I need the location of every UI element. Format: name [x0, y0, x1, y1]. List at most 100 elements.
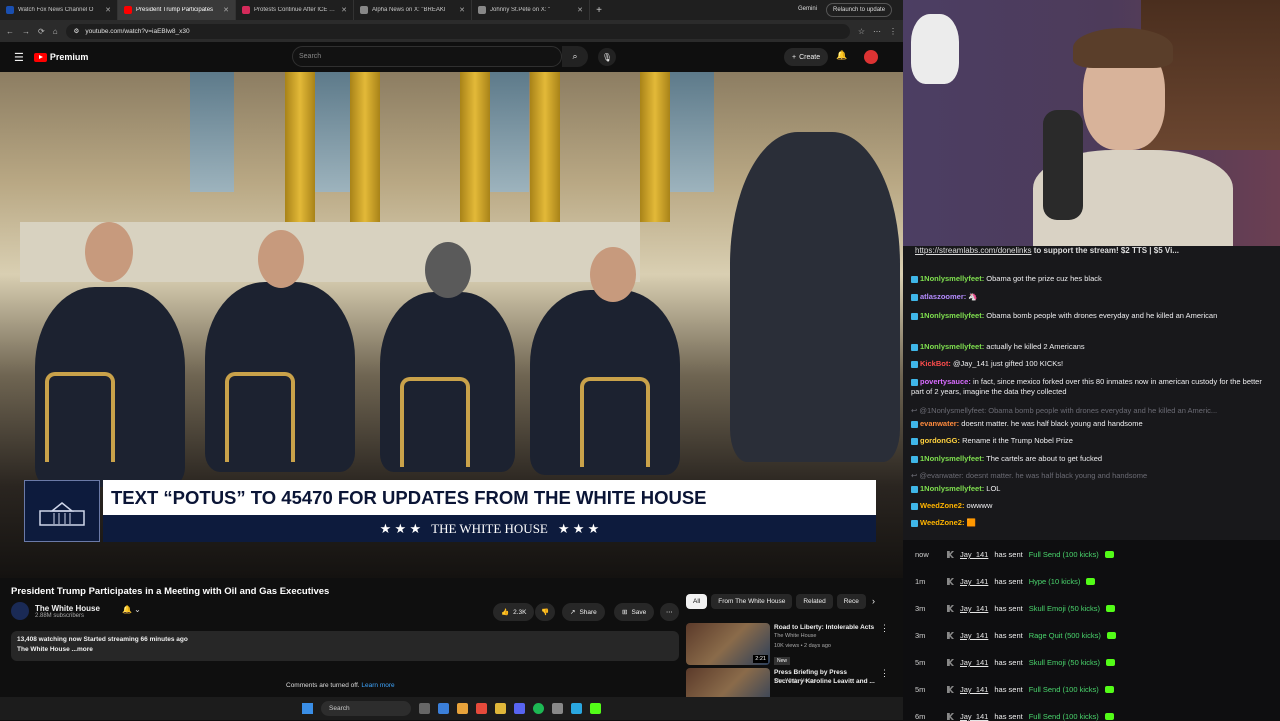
chat-username[interactable]: povertysauce:: [920, 377, 971, 386]
app-icon[interactable]: [552, 703, 563, 714]
tab-close-icon[interactable]: ✕: [459, 6, 465, 14]
discord-icon[interactable]: [514, 703, 525, 714]
channel-name[interactable]: The White House: [35, 604, 100, 613]
related-video-item[interactable]: 2:21 Road to Liberty: Intolerable Acts The…: [686, 623, 896, 667]
person-head-graphic: [425, 242, 471, 298]
search-button[interactable]: ⌕: [562, 46, 588, 67]
alert-username[interactable]: Jay_141: [960, 685, 988, 694]
browser-tab[interactable]: Watch Fox News Channel O ✕: [0, 0, 118, 20]
alert-username[interactable]: Jay_141: [960, 604, 988, 613]
alert-username[interactable]: Jay_141: [960, 577, 988, 586]
save-button[interactable]: ⊞ Save: [614, 603, 655, 621]
file-explorer-icon[interactable]: [495, 703, 506, 714]
chips-next-icon[interactable]: ›: [872, 596, 875, 606]
alert-row: 5m Jay_141 has sent Full Send (100 kicks): [915, 685, 1275, 694]
new-tab-button[interactable]: +: [590, 0, 608, 20]
channel-avatar[interactable]: [11, 602, 29, 620]
app-icon[interactable]: [476, 703, 487, 714]
chat-message: 1Nonlysmellyfeet: actually he killed 2 A…: [911, 342, 1273, 352]
kick-gift-icon: [1086, 578, 1096, 585]
taskbar-search[interactable]: Search: [321, 701, 411, 716]
browser-tab[interactable]: Alpha News on X: "BREAKI ✕: [354, 0, 472, 20]
chat-username[interactable]: WeedZone2:: [920, 518, 964, 527]
relaunch-button[interactable]: Relaunch to update: [826, 3, 893, 17]
task-view-icon[interactable]: [419, 703, 430, 714]
spotify-icon[interactable]: [533, 703, 544, 714]
filter-chip[interactable]: Rece: [836, 594, 866, 609]
bookmark-star-icon[interactable]: ☆: [858, 27, 865, 36]
description-box[interactable]: 13,408 watching now Started streaming 66…: [11, 631, 679, 661]
like-button[interactable]: 👍 2.3K: [493, 603, 535, 621]
home-icon[interactable]: ⌂: [53, 27, 58, 36]
alert-row: 3m Jay_141 has sent Skull Emoji (50 kicks): [915, 604, 1275, 613]
chat-username[interactable]: KickBot:: [920, 359, 951, 368]
browser-tab[interactable]: Protests Continue After ICE Mu ✕: [236, 0, 354, 20]
notifications-bell-icon[interactable]: 🔔: [836, 50, 847, 61]
gemini-tab-label[interactable]: Gemini: [798, 6, 817, 12]
tab-close-icon[interactable]: ✕: [341, 6, 347, 14]
tab-close-icon[interactable]: ✕: [105, 6, 111, 14]
alert-username[interactable]: Jay_141: [960, 658, 988, 667]
tab-close-icon[interactable]: ✕: [223, 6, 229, 14]
chat-message: 1Nonlysmellyfeet: LOL: [911, 484, 1273, 494]
learn-more-link[interactable]: Learn more: [361, 682, 394, 689]
description-stats: 13,408 watching now Started streaming 66…: [17, 636, 188, 643]
app-icon[interactable]: [571, 703, 582, 714]
browser-tab[interactable]: Johnny St.Pete on X: " ✕: [472, 0, 590, 20]
alert-username[interactable]: Jay_141: [960, 631, 988, 640]
filter-chip[interactable]: All: [686, 594, 708, 609]
video-player[interactable]: TEXT “POTUS” TO 45470 FOR UPDATES FROM T…: [0, 72, 903, 578]
kick-icon[interactable]: [590, 703, 601, 714]
related-video-title[interactable]: Road to Liberty: Intolerable Acts: [774, 623, 878, 632]
address-bar: ← → ⟳ ⌂ ⚙ youtube.com/watch?v=iaEBlw8_x3…: [0, 20, 903, 42]
edge-icon[interactable]: [438, 703, 449, 714]
back-icon[interactable]: ←: [6, 27, 14, 36]
thumbs-down-icon: 👎: [541, 609, 550, 616]
chat-username[interactable]: 1Nonlysmellyfeet:: [920, 484, 984, 493]
hamburger-menu-icon[interactable]: ☰: [14, 51, 24, 64]
kick-logo-icon: [947, 605, 954, 612]
alert-username[interactable]: Jay_141: [960, 550, 988, 559]
filter-chip[interactable]: Related: [796, 594, 833, 609]
reload-icon[interactable]: ⟳: [38, 27, 45, 36]
chat-username[interactable]: WeedZone2:: [920, 501, 964, 510]
youtube-logo[interactable]: Premium: [33, 52, 88, 62]
related-channel-name: The White House: [774, 633, 817, 639]
create-button[interactable]: + Create: [784, 48, 829, 66]
kick-logo-icon: [947, 659, 954, 666]
chat-username[interactable]: 1Nonlysmellyfeet:: [920, 274, 984, 283]
person-head-graphic: [590, 247, 636, 302]
new-badge: New: [774, 657, 791, 665]
more-options-icon[interactable]: ⋮: [880, 668, 889, 679]
dislike-button[interactable]: 👎: [535, 603, 556, 621]
url-field[interactable]: ⚙ youtube.com/watch?v=iaEBlw8_x30: [65, 23, 850, 39]
chat-username[interactable]: atlaszoomer:: [920, 292, 966, 301]
subscribe-bell-icon[interactable]: 🔔 ⌄: [122, 605, 141, 614]
share-button[interactable]: ↗ Share: [562, 603, 605, 621]
filter-chip[interactable]: From The White House: [711, 594, 793, 609]
browser-menu-icon[interactable]: ⋮: [889, 27, 897, 36]
search-input[interactable]: Search: [292, 46, 562, 67]
more-icon: ⋯: [666, 609, 673, 616]
chrome-icon[interactable]: [457, 703, 468, 714]
more-actions-button[interactable]: ⋯: [660, 603, 679, 621]
chat-username[interactable]: 1Nonlysmellyfeet:: [920, 311, 984, 320]
forward-icon[interactable]: →: [22, 27, 30, 36]
alert-action: has sent: [994, 685, 1023, 694]
windows-start-icon[interactable]: [302, 703, 313, 714]
tab-favicon-icon: [6, 6, 14, 14]
account-avatar[interactable]: [864, 50, 878, 64]
chat-message: 1Nonlysmellyfeet: Obama bomb people with…: [911, 311, 1273, 321]
browser-tab[interactable]: President Trump Participates ✕: [118, 0, 236, 20]
chat-username[interactable]: 1Nonlysmellyfeet:: [920, 454, 984, 463]
site-info-icon[interactable]: ⚙: [74, 27, 80, 35]
voice-search-button[interactable]: 🎙: [598, 48, 616, 66]
more-options-icon[interactable]: ⋮: [880, 623, 889, 634]
chat-username[interactable]: 1Nonlysmellyfeet:: [920, 342, 984, 351]
chat-username[interactable]: evanwater:: [920, 419, 959, 428]
extensions-icon[interactable]: ⋯: [873, 27, 881, 36]
donation-link[interactable]: https://streamlabs.com/donelinks: [915, 246, 1032, 255]
tab-close-icon[interactable]: ✕: [577, 6, 583, 14]
chat-username[interactable]: gordonGG:: [920, 436, 960, 445]
video-thumbnail[interactable]: 2:21: [686, 623, 770, 665]
